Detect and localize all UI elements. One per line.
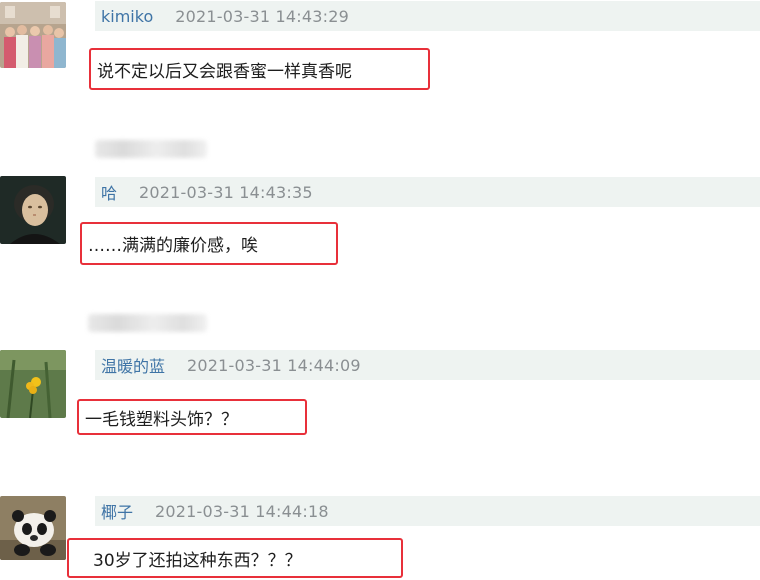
- comment-text: 30岁了还拍这种东西？？？: [67, 538, 403, 578]
- username-link[interactable]: 哈: [101, 180, 117, 204]
- comment-item: 温暖的蓝 2021-03-31 14:44:09 一毛钱塑料头饰？？: [0, 348, 760, 468]
- group-photo-avatar-icon: [0, 2, 66, 68]
- username-link[interactable]: 温暖的蓝: [101, 353, 165, 377]
- timestamp: 2021-03-31 14:44:18: [155, 501, 329, 521]
- comment-item: 椰子 2021-03-31 14:44:18 30岁了还拍这种东西？？？: [0, 494, 760, 580]
- username-link[interactable]: 椰子: [101, 499, 133, 523]
- timestamp: 2021-03-31 14:44:09: [187, 355, 361, 375]
- comment-item: 哈 2021-03-31 14:43:35 ……满满的廉价感，唉: [0, 174, 760, 332]
- portrait-painting-avatar-icon: [0, 176, 66, 244]
- panda-avatar-icon: [0, 496, 66, 560]
- timestamp: 2021-03-31 14:43:35: [139, 182, 313, 202]
- yellow-flower-avatar-icon: [0, 350, 66, 418]
- comment-item: kimiko 2021-03-31 14:43:29 说不定以后又会跟香蜜一样真…: [0, 0, 760, 158]
- blurred-content: [88, 314, 207, 332]
- timestamp: 2021-03-31 14:43:29: [175, 6, 349, 26]
- blurred-content: [95, 140, 207, 158]
- avatar[interactable]: [0, 350, 66, 418]
- comment-text: ……满满的廉价感，唉: [80, 222, 338, 265]
- comment-meta: 哈 2021-03-31 14:43:35: [95, 177, 760, 207]
- comment-meta: 椰子 2021-03-31 14:44:18: [95, 496, 760, 526]
- comment-text: 说不定以后又会跟香蜜一样真香呢: [89, 48, 430, 90]
- avatar[interactable]: [0, 2, 66, 68]
- avatar[interactable]: [0, 176, 66, 244]
- username-link[interactable]: kimiko: [101, 7, 153, 26]
- comment-meta: kimiko 2021-03-31 14:43:29: [95, 1, 760, 31]
- comment-text: 一毛钱塑料头饰？？: [77, 399, 307, 435]
- avatar[interactable]: [0, 496, 66, 560]
- comment-meta: 温暖的蓝 2021-03-31 14:44:09: [95, 350, 760, 380]
